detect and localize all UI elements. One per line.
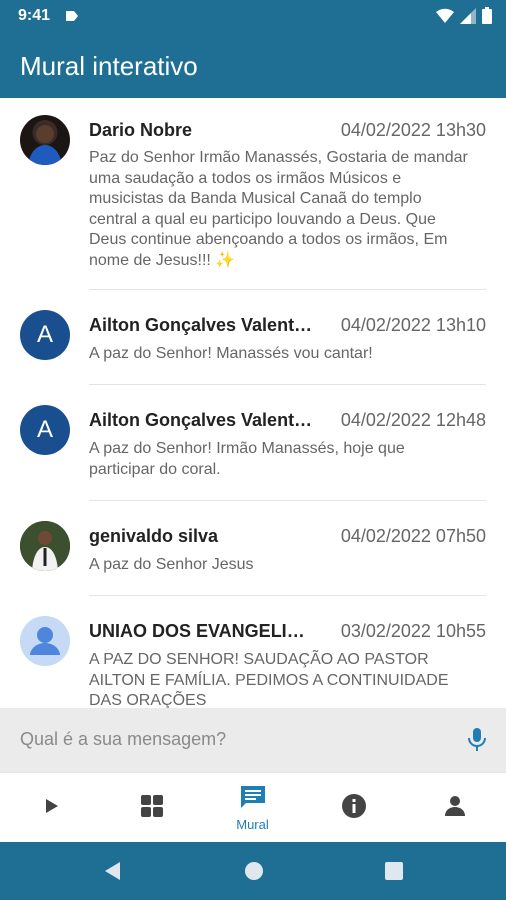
- avatar: A: [20, 405, 70, 455]
- message-author: genivaldo silva: [89, 526, 219, 546]
- message-date: 04/02/2022 12h48: [340, 410, 486, 430]
- status-icons: [436, 7, 492, 29]
- signal-icon: [460, 7, 476, 29]
- status-time: 9:41: [18, 7, 51, 24]
- nav-item-profile[interactable]: [404, 773, 505, 843]
- message-text: A paz do Senhor Jesus: [89, 556, 254, 573]
- battery-icon: [482, 7, 492, 29]
- system-nav-bar: [0, 842, 506, 900]
- info-icon: [341, 793, 367, 824]
- message-date: 04/02/2022 13h30: [340, 120, 486, 140]
- generic-user-icon: [20, 616, 70, 666]
- chat-icon: [239, 784, 267, 815]
- nav-item-mural[interactable]: Mural: [202, 773, 303, 843]
- message-feed[interactable]: Dario Nobre 04/02/2022 13h30 Paz do Senh…: [0, 98, 506, 708]
- message-composer[interactable]: Qual é a sua mensagem?: [0, 708, 506, 772]
- wifi-icon: [436, 8, 454, 29]
- divider: [89, 384, 486, 385]
- avatar: [20, 115, 70, 165]
- nav-label-mural: Mural: [236, 817, 269, 832]
- message-author: UNIAO DOS EVANGELIC…: [89, 621, 317, 641]
- message-author: Ailton Gonçalves Valent…: [89, 315, 313, 335]
- message-author: Dario Nobre: [89, 120, 193, 140]
- grid-icon: [140, 794, 164, 823]
- message-input[interactable]: Qual é a sua mensagem?: [20, 729, 226, 750]
- divider: [89, 595, 486, 596]
- play-icon: [42, 797, 60, 820]
- nav-item-play[interactable]: [0, 773, 101, 843]
- message-date: 04/02/2022 13h10: [340, 315, 486, 335]
- divider: [89, 289, 486, 290]
- message-text: A paz do Senhor! Irmão Manassés, hoje qu…: [89, 440, 405, 478]
- message-date: 04/02/2022 07h50: [340, 526, 486, 546]
- nav-item-grid[interactable]: [101, 773, 202, 843]
- message-author: Ailton Gonçalves Valent…: [89, 410, 313, 430]
- person-icon: [443, 794, 467, 823]
- home-icon[interactable]: [243, 860, 265, 887]
- notification-icon: [64, 9, 80, 28]
- message-text: A paz do Senhor! Manassés vou cantar!: [89, 345, 373, 362]
- divider: [89, 500, 486, 501]
- message-date: 03/02/2022 10h55: [340, 621, 486, 641]
- nav-item-info[interactable]: [303, 773, 404, 843]
- avatar: [20, 521, 70, 571]
- back-icon[interactable]: [102, 860, 124, 887]
- page-title: Mural interativo: [20, 51, 198, 81]
- mic-icon[interactable]: [466, 726, 488, 759]
- avatar: A: [20, 310, 70, 360]
- bottom-nav: Mural: [0, 772, 506, 842]
- message-text: Paz do Senhor Irmão Manassés, Gostaria d…: [89, 149, 468, 269]
- recents-icon[interactable]: [383, 860, 405, 887]
- message-text: A PAZ DO SENHOR! SAUDAÇÃO AO PASTOR AILT…: [89, 651, 449, 708]
- status-bar: 9:41: [0, 0, 506, 33]
- app-bar: Mural interativo: [0, 33, 506, 98]
